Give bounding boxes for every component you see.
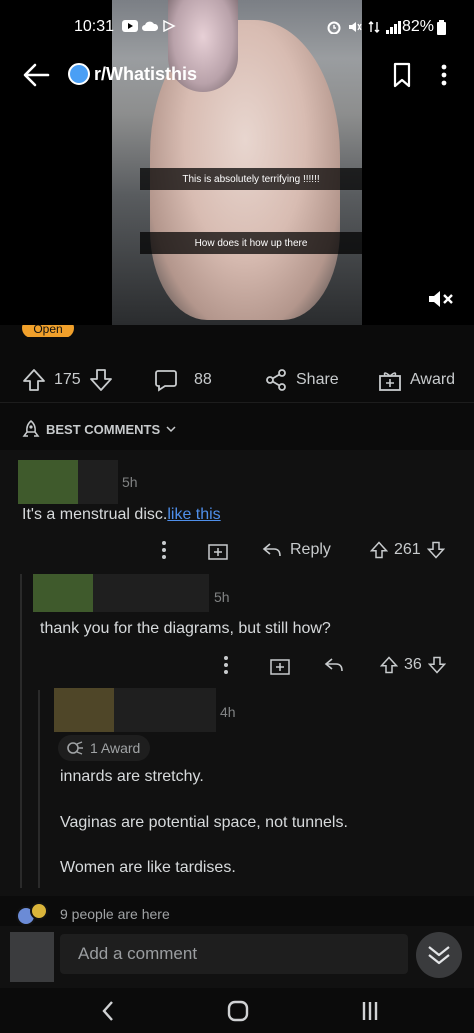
thread-line	[38, 690, 40, 888]
upvote-icon[interactable]	[22, 368, 46, 392]
comment-icon	[155, 370, 177, 392]
downvote-icon[interactable]	[426, 541, 445, 559]
share-label: Share	[296, 371, 339, 388]
chevron-down-icon	[166, 426, 176, 433]
add-comment-input[interactable]	[60, 934, 408, 974]
bookmark-icon[interactable]	[392, 62, 412, 88]
award-medal-icon	[67, 741, 83, 755]
nav-home-button[interactable]	[218, 996, 258, 1026]
presence-avatars	[16, 902, 52, 926]
comment-body: It's a menstrual disc.like this	[22, 506, 221, 524]
thread-line	[20, 686, 22, 888]
comment-time: 4h	[220, 704, 236, 720]
comment-avatar[interactable]	[54, 688, 114, 732]
upvote-icon[interactable]	[380, 656, 398, 674]
comment-count: 88	[194, 371, 212, 388]
upvote-icon[interactable]	[370, 541, 388, 559]
subreddit-name[interactable]: r/Whatisthis	[94, 64, 197, 85]
mute-status-icon	[349, 22, 362, 32]
more-options-icon[interactable]	[160, 540, 168, 560]
reply-icon	[262, 543, 281, 557]
presence-indicator: 9 people are here	[16, 902, 170, 926]
status-time: 10:31	[74, 18, 115, 35]
double-chevron-down-icon	[428, 946, 450, 965]
nav-recents-button[interactable]	[350, 996, 390, 1026]
award-count: 1 Award	[90, 740, 141, 756]
comment-text: It's a menstrual disc.	[22, 506, 168, 523]
more-options-icon[interactable]	[222, 655, 230, 675]
sort-selector[interactable]: BEST COMMENTS	[22, 420, 176, 438]
nav-recents-icon	[362, 1002, 378, 1020]
comment-vote: 261	[370, 541, 445, 559]
comment-avatar[interactable]	[33, 574, 93, 612]
post-video[interactable]: This is absolutely terrifying !!!!!! How…	[0, 0, 474, 325]
more-options-icon[interactable]	[440, 64, 448, 86]
nav-back-button[interactable]	[88, 996, 128, 1026]
comment-paragraph: innards are stretchy.	[60, 768, 204, 785]
share-button[interactable]: Share	[264, 368, 339, 392]
comment-username-redacted[interactable]	[114, 688, 216, 732]
rocket-icon	[22, 420, 40, 437]
award-button[interactable]: Award	[378, 368, 455, 392]
award-icon	[379, 372, 401, 391]
downvote-icon[interactable]	[89, 368, 113, 392]
comment-paragraph: Vaginas are potential space, not tunnels…	[60, 814, 348, 831]
upvote-count: 175	[54, 371, 81, 388]
comment-score: 261	[394, 541, 421, 558]
award-badge[interactable]: 1 Award	[58, 735, 151, 761]
comment-time: 5h	[122, 474, 138, 490]
comment-time: 5h	[214, 589, 230, 605]
post-header: r/Whatisthis	[0, 50, 474, 100]
system-nav-bar	[0, 988, 474, 1033]
battery-percent: 82%	[402, 18, 435, 35]
user-avatar[interactable]	[10, 932, 54, 982]
mute-icon[interactable]	[428, 290, 454, 308]
signal-icon	[386, 21, 401, 34]
reply-label: Reply	[290, 541, 331, 558]
flair-badge[interactable]: Open	[22, 325, 74, 337]
youtube-icon	[122, 20, 138, 32]
back-arrow-icon[interactable]	[22, 62, 50, 88]
video-caption-1: This is absolutely terrifying !!!!!!	[140, 168, 362, 190]
thread-line	[20, 574, 22, 686]
comments-button[interactable]: 88	[154, 368, 212, 392]
status-right-icons	[326, 20, 402, 34]
comment-avatar[interactable]	[18, 460, 78, 504]
subreddit-avatar[interactable]	[68, 63, 90, 85]
nav-home-icon	[227, 1000, 249, 1022]
post-actions: 175 88 Share Award	[0, 360, 474, 400]
comment-username-redacted[interactable]	[93, 574, 209, 612]
presence-avatar	[30, 902, 48, 920]
reply-icon[interactable]	[324, 657, 344, 673]
comment-vote: 36	[380, 656, 446, 674]
video-caption-2: How does it how up there	[140, 232, 362, 254]
play-store-icon	[163, 20, 176, 32]
comment-paragraph: Women are like tardises.	[60, 859, 236, 876]
flair-clip: Open	[22, 325, 74, 337]
alarm-icon	[327, 21, 341, 34]
comment-username-redacted[interactable]	[78, 460, 118, 504]
award-icon[interactable]	[270, 655, 290, 675]
comment-score: 36	[404, 656, 422, 673]
cloud-icon	[142, 21, 158, 31]
status-left-icons	[122, 20, 176, 32]
downvote-icon[interactable]	[427, 656, 446, 674]
section-divider	[0, 402, 474, 403]
data-icon	[368, 21, 380, 33]
sort-label: BEST COMMENTS	[46, 421, 161, 437]
reply-button[interactable]: Reply	[262, 541, 331, 559]
vote-control: 175	[22, 368, 113, 392]
battery-icon	[437, 20, 446, 35]
share-icon	[266, 369, 286, 391]
nav-back-icon	[102, 1001, 113, 1021]
award-icon[interactable]	[208, 540, 228, 560]
award-label: Award	[410, 371, 456, 388]
jump-down-button[interactable]	[416, 932, 462, 978]
status-bar: 10:31 82%	[0, 14, 474, 44]
presence-text: 9 people are here	[60, 906, 170, 922]
comment-link[interactable]: like this	[167, 506, 220, 523]
comment-text: thank you for the diagrams, but still ho…	[40, 620, 331, 637]
